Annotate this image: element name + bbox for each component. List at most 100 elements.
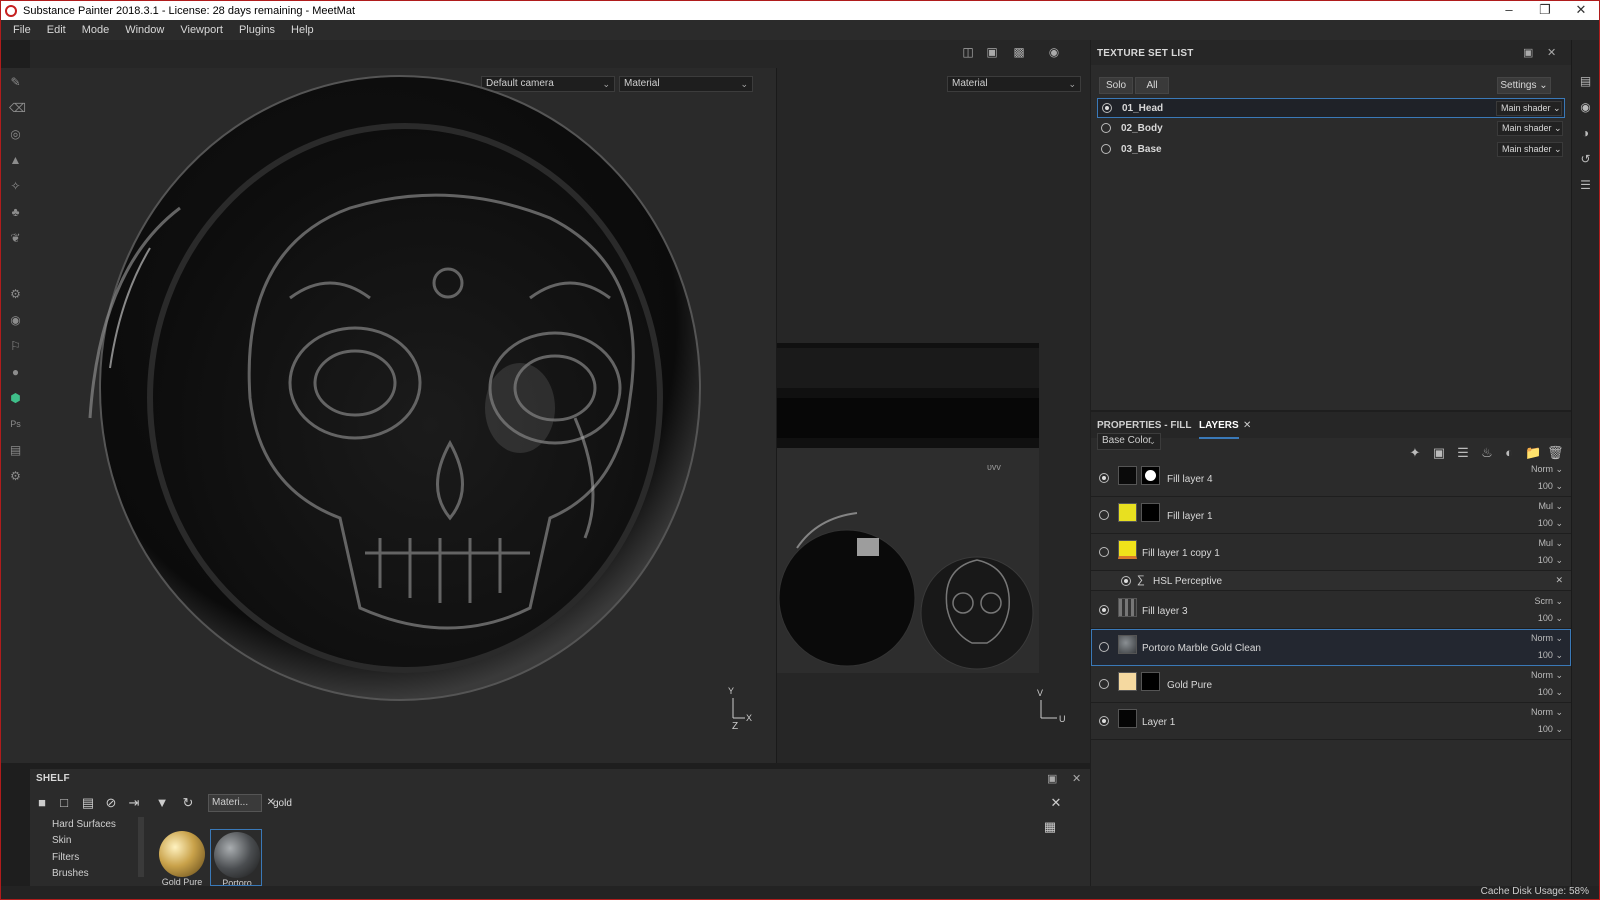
add-folder-icon[interactable]: 📁: [1525, 445, 1541, 461]
texture-set-row[interactable]: 01_Head Main shader ⌄: [1097, 98, 1565, 118]
grid-view-icon[interactable]: ▦: [1042, 819, 1058, 835]
color-picker-icon[interactable]: ❦: [9, 232, 22, 245]
all-button[interactable]: All: [1135, 77, 1169, 94]
close-button[interactable]: ✕: [1563, 1, 1599, 20]
shelf-category-hard-surfaces[interactable]: Hard Surfaces: [52, 819, 116, 830]
layer-row[interactable]: Fill layer 3 Scrn ⌄ 100 ⌄: [1091, 592, 1571, 629]
history-icon[interactable]: ↺: [1578, 152, 1593, 167]
add-fill-layer-icon[interactable]: ♨: [1479, 445, 1495, 461]
texture-set-radio[interactable]: [1102, 103, 1112, 113]
smudge-icon[interactable]: ✧: [9, 180, 22, 193]
layer-visibility-toggle[interactable]: [1099, 716, 1109, 726]
blend-mode-dropdown[interactable]: Norm ⌄: [1531, 670, 1563, 681]
maximize-button[interactable]: ❐: [1527, 1, 1563, 20]
tab-layers[interactable]: LAYERS: [1199, 420, 1239, 439]
blend-mode-dropdown[interactable]: Norm ⌄: [1531, 464, 1563, 475]
layer-visibility-toggle[interactable]: [1099, 679, 1109, 689]
refresh-icon[interactable]: ↻: [180, 795, 196, 811]
screenshot-icon[interactable]: ◉: [1046, 45, 1062, 59]
opacity-dropdown[interactable]: 100 ⌄: [1538, 724, 1563, 735]
layer-visibility-toggle[interactable]: [1099, 642, 1109, 652]
menu-mode[interactable]: Mode: [74, 24, 118, 36]
texture-set-radio[interactable]: [1101, 144, 1111, 154]
shader-dropdown[interactable]: Main shader ⌄: [1497, 121, 1563, 136]
blend-mode-dropdown[interactable]: Scrn ⌄: [1534, 596, 1563, 607]
settings-button[interactable]: Settings ⌄: [1497, 77, 1551, 94]
photoshop-export-icon[interactable]: Ps: [9, 418, 22, 431]
menu-help[interactable]: Help: [283, 24, 322, 36]
display-settings-icon[interactable]: ◉: [9, 314, 22, 327]
shader-settings-icon[interactable]: ●: [9, 366, 22, 379]
opacity-dropdown[interactable]: 100 ⌄: [1538, 555, 1563, 566]
layer-visibility-toggle[interactable]: [1099, 605, 1109, 615]
folder-icon[interactable]: ■: [34, 795, 50, 811]
opacity-dropdown[interactable]: 100 ⌄: [1538, 687, 1563, 698]
layer-row-selected[interactable]: Portoro Marble Gold Clean Norm ⌄ 100 ⌄: [1091, 629, 1571, 666]
layer-row[interactable]: Layer 1 Norm ⌄ 100 ⌄: [1091, 703, 1571, 740]
list-view-icon[interactable]: ▤: [80, 795, 96, 811]
blend-mode-dropdown[interactable]: Mul ⌄: [1538, 538, 1563, 549]
layer-visibility-toggle[interactable]: [1099, 510, 1109, 520]
texture-set-radio[interactable]: [1101, 123, 1111, 133]
effect-visibility-toggle[interactable]: [1121, 576, 1131, 586]
menu-window[interactable]: Window: [117, 24, 172, 36]
polygon-fill-icon[interactable]: ▲: [9, 154, 22, 167]
projection-icon[interactable]: ◎: [9, 128, 22, 141]
texture-set-settings-icon[interactable]: ▤: [1578, 74, 1593, 89]
add-mask-icon[interactable]: ▣: [1431, 445, 1447, 461]
log-icon[interactable]: ☰: [1578, 178, 1593, 193]
blend-mode-dropdown[interactable]: Norm ⌄: [1531, 707, 1563, 718]
filter-chip[interactable]: Materi... ✕: [208, 794, 275, 812]
category-scrollbar[interactable]: [138, 817, 144, 877]
viewport-3d[interactable]: Default camera ⌄ Material ⌄ Y Z X: [30, 68, 776, 763]
effect-row[interactable]: ∑ HSL Perceptive ✕: [1091, 571, 1571, 591]
filter-icon[interactable]: ▼: [154, 795, 170, 811]
blend-mode-dropdown[interactable]: Norm ⌄: [1531, 633, 1563, 644]
shader-dropdown[interactable]: Main shader ⌄: [1496, 101, 1562, 116]
layer-visibility-toggle[interactable]: [1099, 547, 1109, 557]
display-settings-icon[interactable]: ◉: [1578, 100, 1593, 115]
symmetry-icon[interactable]: ◫: [960, 45, 976, 59]
substance-source-icon[interactable]: ⬢: [9, 392, 22, 405]
shader-dropdown[interactable]: Main shader ⌄: [1497, 142, 1563, 157]
delete-layer-icon[interactable]: 🗑: [1547, 445, 1564, 461]
layer-row[interactable]: Fill layer 1 copy 1 Mul ⌄ 100 ⌄: [1091, 534, 1571, 571]
bake-icon[interactable]: ⚙: [9, 288, 22, 301]
layer-row[interactable]: Fill layer 1 Mul ⌄ 100 ⌄: [1091, 497, 1571, 534]
channel-dropdown[interactable]: Base Color ⌄: [1097, 433, 1161, 450]
shader-icon[interactable]: ◑: [1578, 126, 1593, 141]
shelf-category-filters[interactable]: Filters: [52, 852, 79, 863]
layer-visibility-toggle[interactable]: [1099, 473, 1109, 483]
remove-effect-icon[interactable]: ✕: [1555, 575, 1563, 586]
material-thumbnail-selected[interactable]: Portoro Ma...: [210, 829, 262, 886]
add-smart-mask-icon[interactable]: ◐: [1501, 445, 1517, 461]
paint-brush-icon[interactable]: ✎: [9, 76, 22, 89]
undock-icon[interactable]: ▣: [1523, 46, 1533, 59]
opacity-dropdown[interactable]: 100 ⌄: [1538, 650, 1563, 661]
export-icon[interactable]: ▤: [9, 444, 22, 457]
minimize-button[interactable]: –: [1491, 1, 1527, 20]
eraser-icon[interactable]: ⌫: [9, 102, 26, 115]
shelf-search-input[interactable]: gold: [273, 798, 292, 809]
hide-icon[interactable]: ⊘: [103, 795, 119, 811]
import-icon[interactable]: ⇥: [126, 795, 142, 811]
close-panel-icon[interactable]: ✕: [1072, 772, 1081, 785]
shelf-category-brushes[interactable]: Brushes: [52, 868, 89, 879]
opacity-dropdown[interactable]: 100 ⌄: [1538, 481, 1563, 492]
shelf-category-skin[interactable]: Skin: [52, 835, 71, 846]
menu-file[interactable]: File: [5, 24, 39, 36]
material-thumbnail[interactable]: Gold Pure: [156, 829, 208, 886]
tab-properties-fill[interactable]: PROPERTIES - FILL: [1097, 420, 1191, 431]
layer-row[interactable]: Gold Pure Norm ⌄ 100 ⌄: [1091, 666, 1571, 703]
menu-plugins[interactable]: Plugins: [231, 24, 283, 36]
add-layer-icon[interactable]: ☰: [1455, 445, 1471, 461]
close-tab-icon[interactable]: ✕: [1243, 420, 1251, 431]
clone-stamp-icon[interactable]: ♣: [9, 206, 22, 219]
undock-icon[interactable]: ▣: [1047, 772, 1057, 785]
blend-mode-dropdown[interactable]: Mul ⌄: [1538, 501, 1563, 512]
clear-search-icon[interactable]: ✕: [1048, 795, 1064, 811]
settings-icon[interactable]: ⚙: [9, 470, 22, 483]
layer-row[interactable]: Fill layer 4 Norm ⌄ 100 ⌄: [1091, 460, 1571, 497]
viewport-2d[interactable]: Material ⌄ ᴜᴠᴠ V U: [777, 68, 1090, 763]
texture-set-row[interactable]: 03_Base Main shader ⌄: [1097, 140, 1565, 160]
